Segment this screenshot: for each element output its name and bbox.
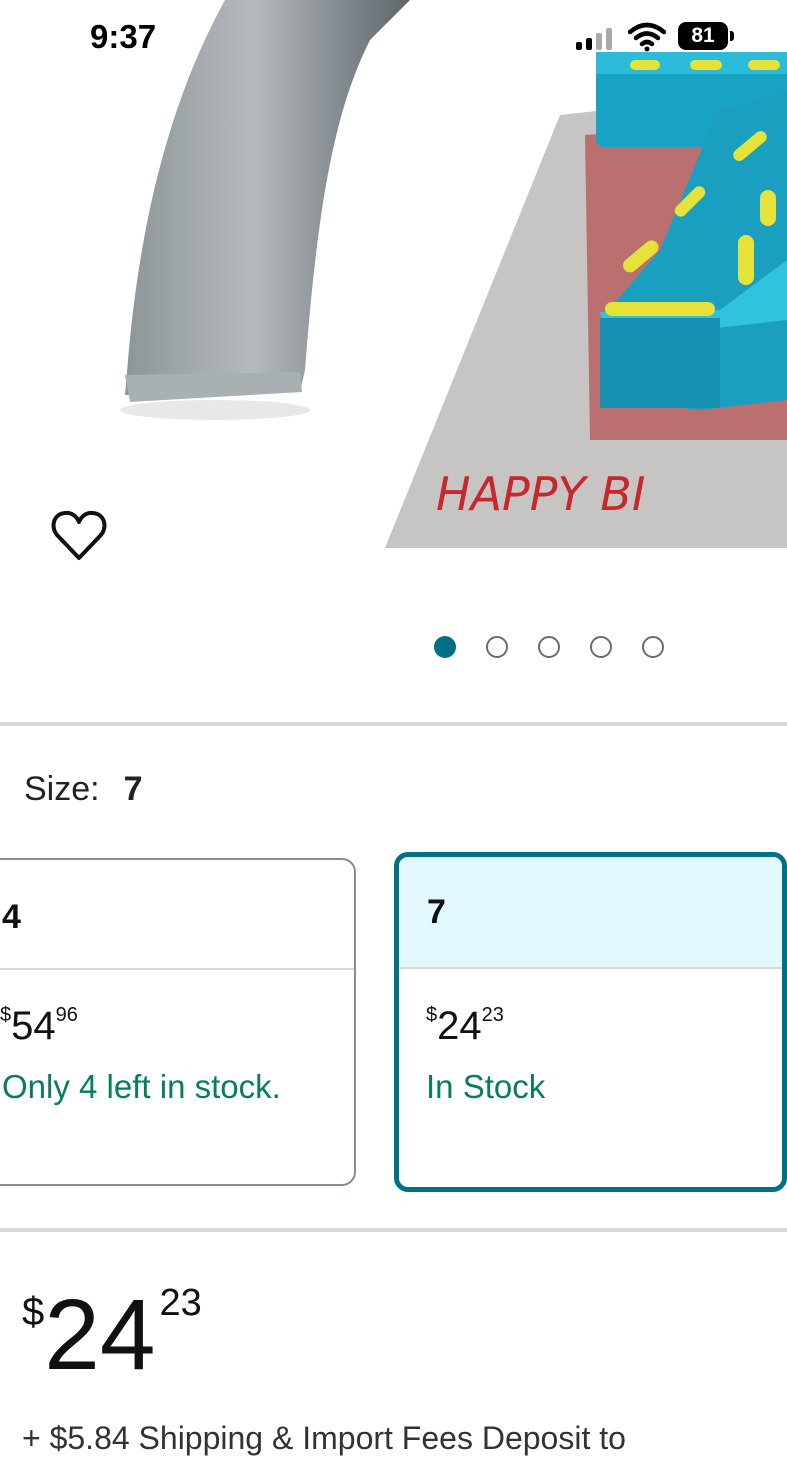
- size-option-availability: In Stock: [426, 1068, 546, 1105]
- size-option-header: 7: [399, 857, 782, 969]
- size-option-size: 4: [2, 898, 21, 936]
- size-option-header: 4: [0, 860, 354, 970]
- heart-icon[interactable]: [50, 508, 108, 564]
- battery-icon: 81: [678, 22, 728, 50]
- size-label-text: Size:: [24, 770, 100, 808]
- carousel-dot-2[interactable]: [486, 636, 508, 658]
- carousel-dot-4[interactable]: [590, 636, 612, 658]
- shipping-info: + $5.84 Shipping & Import Fees Deposit t…: [22, 1420, 626, 1456]
- carousel-dot-1[interactable]: [434, 636, 456, 658]
- price-currency: $: [0, 1004, 12, 1026]
- cellular-signal-icon: [576, 28, 616, 50]
- price-currency: $: [426, 1004, 438, 1026]
- product-price: $24 23: [22, 1282, 202, 1385]
- size-option-price: $5496: [0, 1004, 78, 1049]
- carousel-dot-3[interactable]: [538, 636, 560, 658]
- section-divider: [0, 1228, 787, 1232]
- price-whole: 54: [11, 1004, 56, 1048]
- price-fraction: 23: [481, 1004, 504, 1026]
- size-option-size: 7: [427, 893, 446, 931]
- price-currency: $: [22, 1290, 45, 1334]
- product-image[interactable]: HAPPY BI: [0, 0, 787, 580]
- price-fraction: 96: [55, 1004, 78, 1026]
- carousel-dot-5[interactable]: [642, 636, 664, 658]
- size-option-availability: Only 4 left in stock.: [2, 1068, 281, 1105]
- battery-tip: [730, 31, 734, 41]
- cake-text: HAPPY BI: [436, 467, 645, 521]
- price-whole: 24: [44, 1279, 156, 1391]
- wifi-icon: [628, 22, 666, 52]
- status-time: 9:37: [90, 18, 157, 55]
- cake-pan-illustration: HAPPY BI: [120, 0, 787, 548]
- price-fraction: 23: [159, 1282, 202, 1324]
- size-option-price: $2423: [426, 1004, 504, 1049]
- price-whole: 24: [437, 1004, 482, 1048]
- size-label: Size: 7: [24, 770, 143, 809]
- selected-size-value: 7: [123, 770, 143, 808]
- section-divider: [0, 722, 787, 726]
